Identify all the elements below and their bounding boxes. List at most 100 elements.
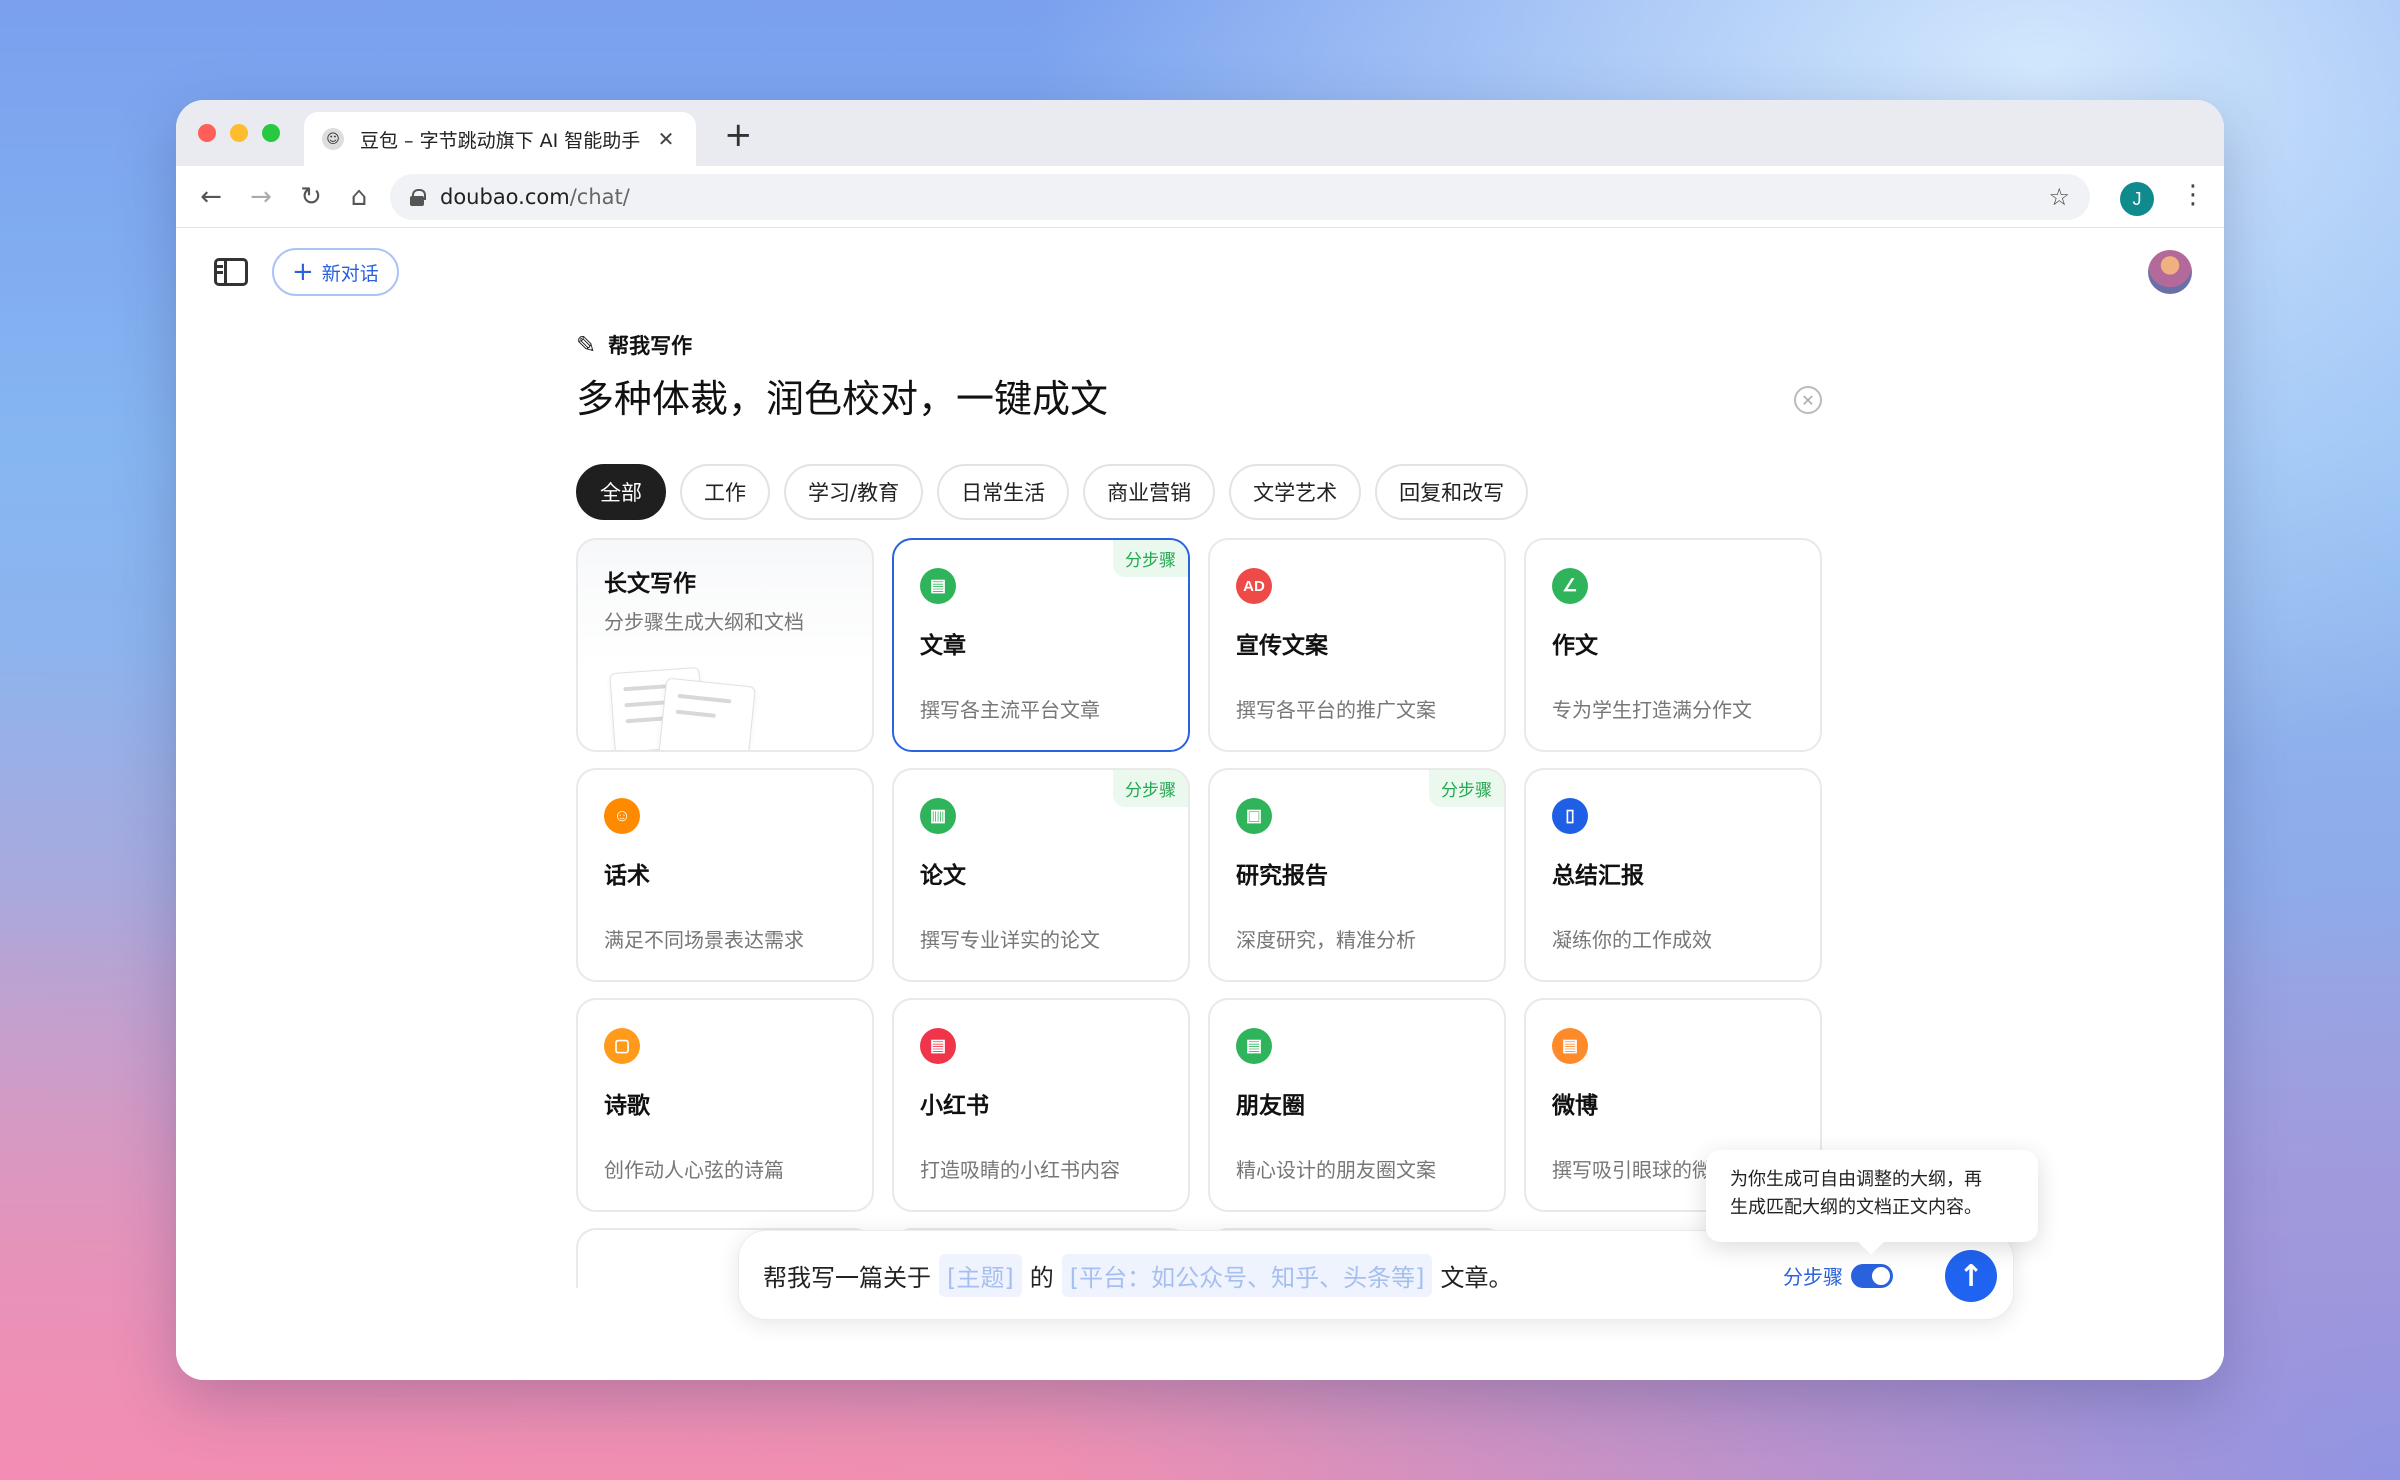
card-title: 文章 bbox=[920, 633, 966, 659]
pen-icon: ∠ bbox=[1552, 568, 1588, 604]
new-tab-icon[interactable]: + bbox=[724, 118, 753, 152]
card-promo-copy[interactable]: AD 宣传文案 撰写各平台的推广文案 bbox=[1208, 538, 1506, 752]
card-desc: 创作动人心弦的诗篇 bbox=[604, 1158, 784, 1182]
profile-avatar[interactable]: J bbox=[2120, 182, 2154, 216]
card-title: 长文写作 bbox=[604, 571, 696, 597]
step-switch[interactable] bbox=[1851, 1263, 1893, 1288]
card-title: 论文 bbox=[920, 863, 966, 889]
speech-icon: ☺ bbox=[604, 798, 640, 834]
card-desc: 撰写各平台的推广文案 bbox=[1236, 698, 1436, 722]
card-xiaohongshu[interactable]: ▤ 小红书 打造吸睛的小红书内容 bbox=[892, 998, 1190, 1212]
close-window-button[interactable] bbox=[198, 124, 216, 142]
reload-icon[interactable]: ↻ bbox=[296, 182, 326, 212]
xiaohongshu-icon: ▤ bbox=[920, 1028, 956, 1064]
writer-title: 多种体裁，润色校对，一键成文 bbox=[576, 377, 1109, 421]
browser-tab[interactable]: ☺ 豆包 – 字节跳动旗下 AI 智能助手 ✕ bbox=[304, 112, 696, 166]
card-poem[interactable]: ▢ 诗歌 创作动人心弦的诗篇 bbox=[576, 998, 874, 1212]
address-toolbar: ← → ↻ ⌂ doubao.com/chat/ ☆ J ⋮ bbox=[176, 166, 2224, 228]
card-thesis[interactable]: 分步骤 ▥ 论文 撰写专业详实的论文 bbox=[892, 768, 1190, 982]
tab-title: 豆包 – 字节跳动旗下 AI 智能助手 bbox=[360, 129, 641, 152]
card-desc: 专为学生打造满分作文 bbox=[1552, 698, 1752, 722]
card-article[interactable]: 分步骤 ▤ 文章 撰写各主流平台文章 bbox=[892, 538, 1190, 752]
new-chat-label: 新对话 bbox=[321, 262, 379, 285]
card-desc: 精心设计的朋友圈文案 bbox=[1236, 1158, 1436, 1182]
step-toggle[interactable]: 分步骤 bbox=[1783, 1261, 1893, 1290]
sidebar-toggle-icon[interactable] bbox=[214, 258, 248, 286]
bookmark-star-icon[interactable]: ☆ bbox=[2048, 183, 2070, 211]
document-illustration-icon bbox=[609, 660, 756, 750]
chip-literature[interactable]: 文学艺术 bbox=[1229, 464, 1362, 520]
forward-icon[interactable]: → bbox=[246, 182, 276, 212]
url-text: doubao.com/chat/ bbox=[440, 185, 630, 209]
home-icon[interactable]: ⌂ bbox=[344, 182, 374, 212]
prompt-suffix: 文章。 bbox=[1440, 1263, 1513, 1292]
card-desc: 深度研究，精准分析 bbox=[1236, 928, 1416, 952]
send-arrow-icon[interactable]: ↑ bbox=[1945, 1250, 1997, 1302]
writer-label: 帮我写作 bbox=[608, 334, 693, 358]
card-title: 朋友圈 bbox=[1236, 1093, 1305, 1119]
step-badge: 分步骤 bbox=[1429, 770, 1504, 807]
card-speech[interactable]: ☺ 话术 满足不同场景表达需求 bbox=[576, 768, 874, 982]
summary-icon: ▯ bbox=[1552, 798, 1588, 834]
chip-daily-life[interactable]: 日常生活 bbox=[937, 464, 1070, 520]
card-title: 总结汇报 bbox=[1552, 863, 1644, 889]
tooltip-line: 为你生成可自由调整的大纲，再 bbox=[1730, 1169, 1982, 1190]
chip-marketing[interactable]: 商业营销 bbox=[1083, 464, 1216, 520]
card-title: 研究报告 bbox=[1236, 863, 1328, 889]
card-desc: 撰写吸引眼球的微博 bbox=[1552, 1158, 1732, 1182]
card-research-report[interactable]: 分步骤 ▣ 研究报告 深度研究，精准分析 bbox=[1208, 768, 1506, 982]
step-tooltip: 为你生成可自由调整的大纲，再 生成匹配大纲的文档正文内容。 bbox=[1706, 1150, 2038, 1242]
tooltip-line: 生成匹配大纲的文档正文内容。 bbox=[1730, 1197, 1982, 1218]
browser-window: ☺ 豆包 – 字节跳动旗下 AI 智能助手 ✕ + ← → ↻ ⌂ doubao… bbox=[176, 100, 2224, 1380]
step-toggle-label: 分步骤 bbox=[1783, 1265, 1843, 1289]
poem-icon: ▢ bbox=[604, 1028, 640, 1064]
card-title: 宣传文案 bbox=[1236, 633, 1328, 659]
category-chips: 全部 工作 学习/教育 日常生活 商业营销 文学艺术 回复和改写 bbox=[576, 464, 1529, 520]
magic-pen-icon: ✎ bbox=[576, 331, 597, 359]
close-tab-icon[interactable]: ✕ bbox=[654, 127, 678, 151]
card-moments[interactable]: ▤ 朋友圈 精心设计的朋友圈文案 bbox=[1208, 998, 1506, 1212]
card-title: 作文 bbox=[1552, 633, 1598, 659]
card-summary-report[interactable]: ▯ 总结汇报 凝练你的工作成效 bbox=[1524, 768, 1822, 982]
article-icon: ▤ bbox=[920, 568, 956, 604]
lock-icon bbox=[410, 189, 426, 206]
card-title: 小红书 bbox=[920, 1093, 989, 1119]
report-icon: ▣ bbox=[1236, 798, 1272, 834]
platform-slot[interactable]: [平台：如公众号、知乎、头条等] bbox=[1061, 1253, 1433, 1297]
moments-icon: ▤ bbox=[1236, 1028, 1272, 1064]
card-title: 诗歌 bbox=[604, 1093, 650, 1119]
address-bar[interactable]: doubao.com/chat/ ☆ bbox=[390, 174, 2090, 220]
close-panel-icon[interactable]: ✕ bbox=[1794, 386, 1822, 414]
prompt-prefix: 帮我写一篇关于 bbox=[763, 1263, 931, 1292]
card-desc: 打造吸睛的小红书内容 bbox=[920, 1158, 1120, 1182]
chip-work[interactable]: 工作 bbox=[680, 464, 770, 520]
maximize-window-button[interactable] bbox=[262, 124, 280, 142]
back-icon[interactable]: ← bbox=[196, 182, 226, 212]
minimize-window-button[interactable] bbox=[230, 124, 248, 142]
chip-all[interactable]: 全部 bbox=[576, 464, 666, 520]
card-desc: 满足不同场景表达需求 bbox=[604, 928, 804, 952]
card-desc: 凝练你的工作成效 bbox=[1552, 928, 1712, 952]
topic-slot[interactable]: [主题] bbox=[939, 1253, 1022, 1297]
prompt-middle: 的 bbox=[1029, 1263, 1054, 1292]
chart-icon: ▥ bbox=[920, 798, 956, 834]
weibo-icon: ▤ bbox=[1552, 1028, 1588, 1064]
card-essay[interactable]: ∠ 作文 专为学生打造满分作文 bbox=[1524, 538, 1822, 752]
plus-icon: + bbox=[292, 257, 314, 287]
card-long-writing[interactable]: 长文写作 分步骤生成大纲和文档 bbox=[576, 538, 874, 752]
chip-education[interactable]: 学习/教育 bbox=[784, 464, 924, 520]
card-title: 话术 bbox=[604, 863, 650, 889]
prompt-composer[interactable]: 帮我写一篇关于 [主题] 的 [平台：如公众号、知乎、头条等] 文章。 分步骤 … bbox=[738, 1230, 2014, 1320]
more-menu-icon[interactable]: ⋮ bbox=[2180, 180, 2206, 210]
card-title: 微博 bbox=[1552, 1093, 1598, 1119]
card-desc: 撰写专业详实的论文 bbox=[920, 928, 1100, 952]
chip-reply-rewrite[interactable]: 回复和改写 bbox=[1375, 464, 1529, 520]
new-chat-button[interactable]: + 新对话 bbox=[272, 248, 399, 296]
card-desc: 分步骤生成大纲和文档 bbox=[604, 610, 804, 634]
step-badge: 分步骤 bbox=[1113, 770, 1188, 807]
step-badge: 分步骤 bbox=[1113, 540, 1188, 577]
writer-header: ✎ 帮我写作 bbox=[576, 330, 692, 360]
user-avatar[interactable] bbox=[2148, 250, 2192, 294]
ad-icon: AD bbox=[1236, 568, 1272, 604]
tab-strip: ☺ 豆包 – 字节跳动旗下 AI 智能助手 ✕ + bbox=[176, 100, 2224, 166]
